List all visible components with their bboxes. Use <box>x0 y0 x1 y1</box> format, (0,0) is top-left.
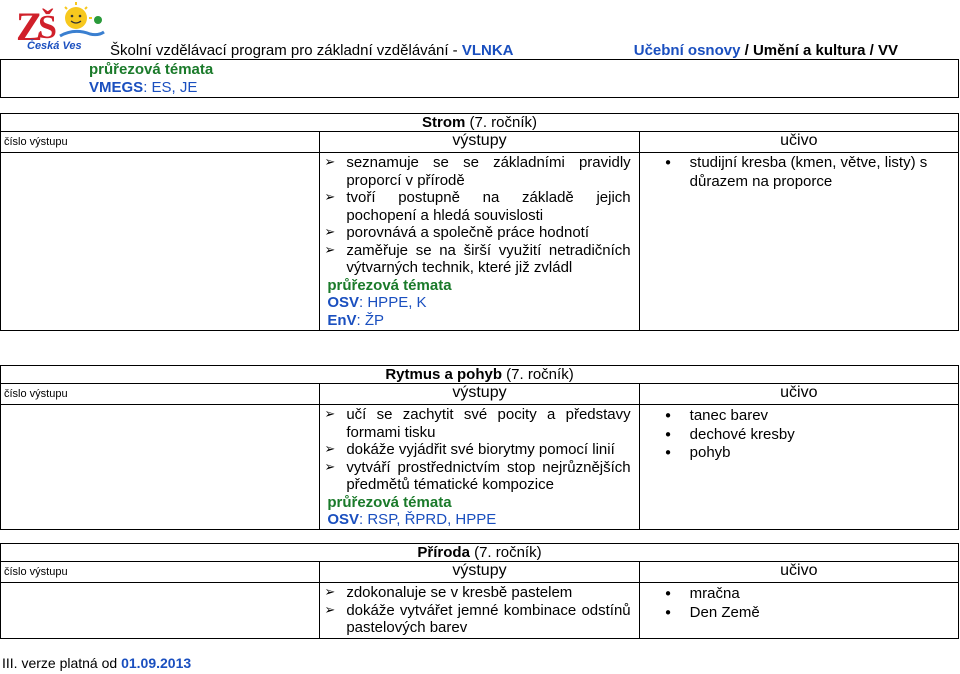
top-block-cell: průřezová témata VMEGS: ES, JE <box>82 59 959 98</box>
output-item: zdokonaluje se v kresbě pastelem <box>320 584 630 602</box>
section-title-text: Příroda <box>417 544 470 561</box>
ucivo-cell: tanec barev dechové kresby pohyb <box>638 404 960 530</box>
output-item: seznamuje se se základními pravidly prop… <box>320 154 630 189</box>
pt-line: OSV: HPPE, K <box>327 294 427 311</box>
top-pt-label: průřezová témata <box>89 61 214 78</box>
section-title: Strom (7. ročník) <box>0 113 959 132</box>
section-rytmus: Rytmus a pohyb (7. ročník) číslo výstupu… <box>0 365 960 530</box>
column-header-ucivo: učivo <box>638 561 960 583</box>
section-year: (7. ročník) <box>469 114 538 131</box>
section-path: Učební osnovy / Umění a kultura / VV <box>634 42 898 59</box>
output-item: vytváří prostřednictvím stop nejrůznější… <box>320 459 630 494</box>
section-strom: Strom (7. ročník) číslo výstupu výstupy … <box>0 113 960 331</box>
output-item: dokáže vytvářet jemné kombinace odstínů … <box>320 602 630 637</box>
column-header-vystupy: výstupy <box>319 561 640 583</box>
footer-prefix: III. verze platná od <box>2 655 122 671</box>
section-title-text: Strom <box>421 114 466 131</box>
ucivo-item: Den Země <box>640 604 958 623</box>
footer-date: 01.09.2013 <box>121 655 192 671</box>
top-pt-value: VMEGS: ES, JE <box>89 78 198 96</box>
column-header-ucivo: učivo <box>638 131 960 153</box>
ucivo-cell: studijní kresba (kmen, větve, listy) s d… <box>638 152 960 331</box>
pt-line: OSV: RSP, ŘPRD, HPPE <box>327 511 497 528</box>
section-priroda: Příroda (7. ročník) číslo výstupu výstup… <box>0 543 960 639</box>
column-header-vystupy: výstupy <box>319 383 640 405</box>
page-header: Z Š Česká Ves Školní vzdělávací program … <box>0 0 960 60</box>
osnovy-label: Učební osnovy <box>633 42 741 59</box>
ucivo-item: dechové kresby <box>640 426 958 445</box>
osnovy-rest: / Umění a kultura / VV <box>740 42 898 59</box>
section-title: Příroda (7. ročník) <box>0 543 959 562</box>
output-item: porovnává a společně práce hodnotí <box>320 224 630 242</box>
column-header-number: číslo výstupu <box>0 561 321 583</box>
column-header-vystupy: výstupy <box>319 131 640 153</box>
output-item: tvoří postupně na základě jejich pochope… <box>320 189 630 224</box>
program-prefix: Školní vzdělávací program pro základní v… <box>110 42 462 59</box>
output-item: učí se zachytit své pocity a představy f… <box>320 406 630 441</box>
pt-line: EnV: ŽP <box>327 311 385 329</box>
output-item: zaměřuje se na širší využití netradičníc… <box>320 242 630 277</box>
program-title: Školní vzdělávací program pro základní v… <box>110 42 514 59</box>
pt-label: průřezová témata <box>327 493 452 511</box>
section-year: (7. ročník) <box>474 544 542 561</box>
outputs-cell: seznamuje se se základními pravidly prop… <box>319 152 640 331</box>
program-brand: VLNKA <box>461 42 514 59</box>
column-header-number: číslo výstupu <box>0 383 321 405</box>
logo-text: Česká Ves <box>27 40 82 52</box>
section-year: (7. ročník) <box>506 366 574 383</box>
column-header-ucivo: učivo <box>638 383 960 405</box>
ucivo-cell: mračna Den Země <box>638 582 960 639</box>
pt-label: průřezová témata <box>327 276 452 294</box>
ucivo-item: pohyb <box>640 444 958 463</box>
section-title: Rytmus a pohyb (7. ročník) <box>0 365 959 384</box>
ucivo-item: mračna <box>640 585 958 604</box>
ucivo-item: studijní kresba (kmen, větve, listy) s d… <box>640 154 958 191</box>
ucivo-item: tanec barev <box>640 407 958 426</box>
section-title-text: Rytmus a pohyb <box>385 366 502 383</box>
column-header-number: číslo výstupu <box>0 131 321 153</box>
outputs-cell: zdokonaluje se v kresbě pastelem dokáže … <box>319 582 640 639</box>
page-footer: III. verze platná od 01.09.2013 <box>2 655 191 671</box>
output-item: dokáže vyjádřit své biorytmy pomocí lini… <box>320 441 630 459</box>
top-continuation-table: průřezová témata VMEGS: ES, JE <box>0 59 959 98</box>
outputs-cell: učí se zachytit své pocity a představy f… <box>319 404 640 530</box>
